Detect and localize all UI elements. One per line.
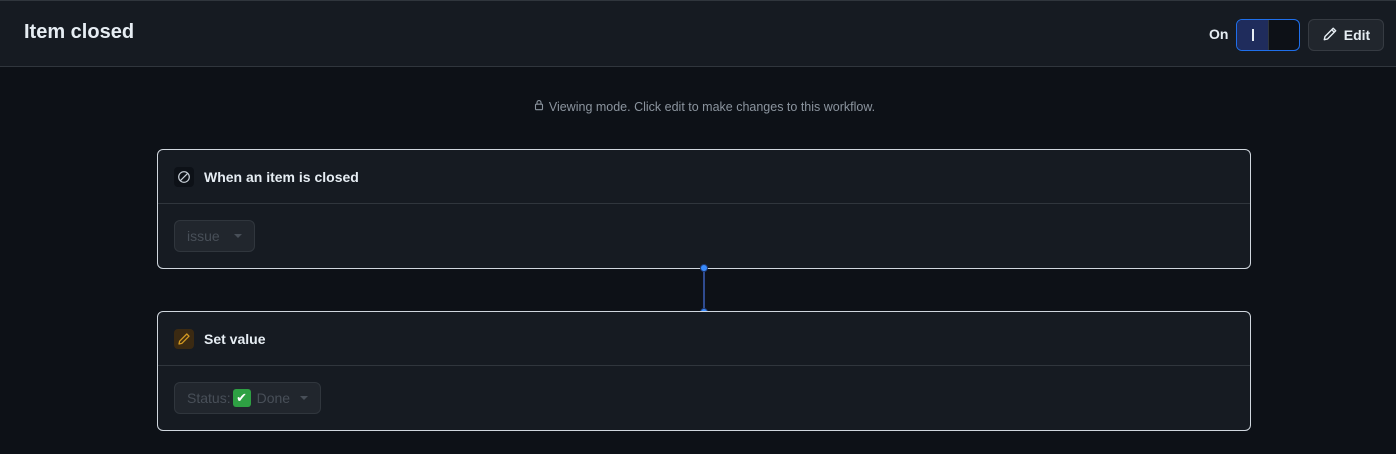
action-card-title: Set value	[204, 330, 266, 347]
trigger-card-body: issue	[158, 204, 1250, 268]
pencil-icon	[174, 328, 194, 349]
viewing-mode-text: Viewing mode. Click edit to make changes…	[548, 99, 876, 114]
toggle-on-bar-icon	[1252, 29, 1254, 41]
viewing-mode-notice: Viewing mode. Click edit to make changes…	[0, 99, 1396, 114]
toggle-label: On	[1209, 26, 1229, 42]
status-select[interactable]: Status: ✔ Done	[174, 382, 322, 414]
pencil-icon	[1322, 26, 1338, 45]
workflow-toggle[interactable]	[1236, 19, 1300, 51]
status-value: Done	[256, 390, 291, 406]
item-type-value: issue	[187, 228, 220, 244]
action-card-body: Status: ✔ Done	[158, 366, 1250, 430]
chevron-down-icon	[300, 396, 309, 400]
status-prefix: Status:	[187, 390, 231, 406]
action-card: Set value Status: ✔ Done	[157, 311, 1251, 431]
connector-dot-top	[700, 264, 708, 272]
circle-slash-icon	[174, 166, 194, 187]
trigger-card-header: When an item is closed	[158, 150, 1250, 204]
page-title: Item closed	[24, 21, 135, 43]
lock-icon	[533, 99, 545, 114]
action-card-header: Set value	[158, 312, 1250, 366]
toggle-on-segment	[1237, 20, 1269, 50]
workflow-header: Item closed On Edit	[0, 0, 1396, 67]
chevron-down-icon	[233, 234, 242, 238]
item-type-select[interactable]: issue	[174, 220, 255, 252]
trigger-card-title: When an item is closed	[204, 168, 359, 185]
edit-button[interactable]: Edit	[1308, 19, 1384, 51]
trigger-card: When an item is closed issue	[157, 149, 1251, 269]
workflow-connector	[703, 268, 705, 312]
check-mark-icon: ✔	[232, 389, 251, 407]
edit-label: Edit	[1343, 27, 1371, 43]
